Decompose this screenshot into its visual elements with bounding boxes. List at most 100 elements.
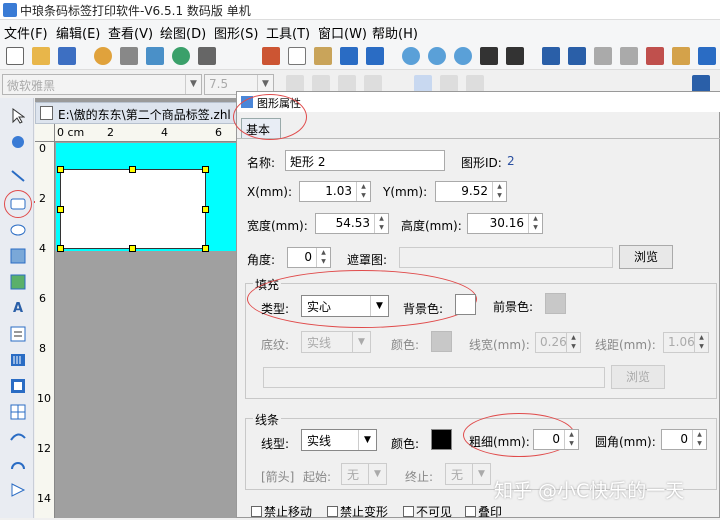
resize-handle[interactable] [129,245,136,252]
mask-field[interactable] [399,247,613,268]
group-icon[interactable] [594,47,612,65]
spinner-icon[interactable]: ▲ ▼ [694,333,708,352]
width-field[interactable]: 54.53 ▲ ▼ [315,213,389,234]
design-canvas[interactable] [55,142,240,518]
new-file-icon[interactable] [6,47,24,65]
print-icon[interactable] [120,47,138,65]
resize-handle[interactable] [202,206,209,213]
rotate-tool-icon[interactable] [8,132,28,152]
spinner-icon[interactable]: ▲ ▼ [566,333,580,352]
picture-tool-icon[interactable] [8,272,28,292]
spinner-icon[interactable]: ▲ ▼ [692,430,706,449]
pointer-icon[interactable] [8,106,28,126]
spinner-icon[interactable]: ▲ ▼ [564,430,578,449]
zoom-in-icon[interactable] [402,47,420,65]
corner-radius-field[interactable]: 0 ▲ ▼ [661,429,707,450]
checkbox-box [327,506,338,517]
paste-icon[interactable] [314,47,332,65]
pattern-select[interactable]: 实线 ▼ [301,331,371,353]
align-icon[interactable] [542,47,560,65]
cut-icon[interactable] [262,47,280,65]
document-tab[interactable]: E:\傲的东东\第二个商品标签.zhl [35,102,240,124]
menu-help[interactable]: 帮助(H) [372,23,418,42]
fit-page-icon[interactable] [480,47,498,65]
text-tool-icon[interactable]: A [8,298,28,318]
polygon-tool-icon[interactable] [8,480,28,500]
lock-icon[interactable] [672,47,690,65]
selected-rectangle[interactable] [57,166,209,252]
zoom-out-icon[interactable] [428,47,446,65]
qrcode-tool-icon[interactable] [8,376,28,396]
arrow-start-select[interactable]: 无 ▼ [341,463,387,485]
resize-handle[interactable] [202,166,209,173]
copy-icon[interactable] [288,47,306,65]
resize-handle[interactable] [57,166,64,173]
angle-field[interactable]: 0 ▲ ▼ [287,247,331,268]
menu-tools[interactable]: 工具(T) [266,23,310,42]
spinner-icon[interactable]: ▲ ▼ [356,182,370,201]
y-label: Y(mm): [383,185,428,199]
spinner-icon[interactable]: ▲ ▼ [528,214,542,233]
font-name-select[interactable]: 微软雅黑 ▼ [2,74,202,95]
settings-icon[interactable] [94,47,112,65]
properties-icon[interactable] [698,47,716,65]
menu-shape[interactable]: 图形(S) [214,23,258,42]
y-field[interactable]: 9.52 ▲ ▼ [435,181,507,202]
thickness-field[interactable]: 0 ▲ ▼ [533,429,579,450]
spinner-icon[interactable]: ▲ ▼ [492,182,506,201]
arc-tool-icon[interactable] [8,454,28,474]
save-icon[interactable] [58,47,76,65]
label-page[interactable] [56,143,240,252]
fit-width-icon[interactable] [506,47,524,65]
rectangle-tool-icon[interactable] [8,194,28,214]
overprint-checkbox[interactable]: 叠印 [465,503,502,520]
curve-tool-icon[interactable] [8,428,28,448]
resize-handle[interactable] [57,206,64,213]
ellipse-tool-icon[interactable] [8,220,28,240]
line-width-field[interactable]: 0.26 ▲ ▼ [535,332,581,353]
table-tool-icon[interactable] [8,402,28,422]
spinner-icon[interactable]: ▲ ▼ [316,248,330,267]
fill-image-field[interactable] [263,367,605,388]
visible-icon[interactable] [646,47,664,65]
x-field[interactable]: 1.03 ▲ ▼ [299,181,371,202]
distribute-icon[interactable] [568,47,586,65]
fg-color-swatch[interactable] [545,293,566,314]
grid-icon[interactable] [198,47,216,65]
line-type-select[interactable]: 实线 ▼ [301,429,377,451]
barcode-tool-icon[interactable] [8,350,28,370]
spinner-icon[interactable]: ▲ ▼ [374,214,388,233]
undo-icon[interactable] [340,47,358,65]
resize-handle[interactable] [202,245,209,252]
arrow-end-select[interactable]: 无 ▼ [445,463,491,485]
fill-type-select[interactable]: 实心 ▼ [301,295,389,317]
image-tool-icon[interactable] [8,246,28,266]
menu-draw[interactable]: 绘图(D) [160,23,206,42]
line-spacing-field[interactable]: 1.06 ▲ ▼ [663,332,709,353]
mask-browse-button[interactable]: 浏览 [619,245,673,269]
lock-move-checkbox[interactable]: 禁止移动 [251,503,312,520]
open-folder-icon[interactable] [32,47,50,65]
menu-window[interactable]: 窗口(W) [318,23,367,42]
pattern-color-swatch[interactable] [431,331,452,352]
lock-resize-checkbox[interactable]: 禁止变形 [327,503,388,520]
resize-handle[interactable] [57,245,64,252]
multiline-text-icon[interactable] [8,324,28,344]
height-field[interactable]: 30.16 ▲ ▼ [467,213,543,234]
database-link-icon[interactable] [172,47,190,65]
redo-icon[interactable] [366,47,384,65]
name-field[interactable]: 矩形 2 [285,150,445,171]
line-tool-icon[interactable] [8,166,28,186]
menu-view[interactable]: 查看(V) [108,23,153,42]
menu-edit[interactable]: 编辑(E) [56,23,100,42]
line-color-swatch[interactable] [431,429,452,450]
tab-basic[interactable]: 基本 [241,118,281,138]
zoom-actual-icon[interactable] [454,47,472,65]
ungroup-icon[interactable] [620,47,638,65]
resize-handle[interactable] [129,166,136,173]
fill-browse-button[interactable]: 浏览 [611,365,665,389]
bg-color-swatch[interactable] [455,294,476,315]
database-icon[interactable] [146,47,164,65]
invisible-checkbox[interactable]: 不可见 [403,503,452,520]
menu-file[interactable]: 文件(F) [4,23,48,42]
